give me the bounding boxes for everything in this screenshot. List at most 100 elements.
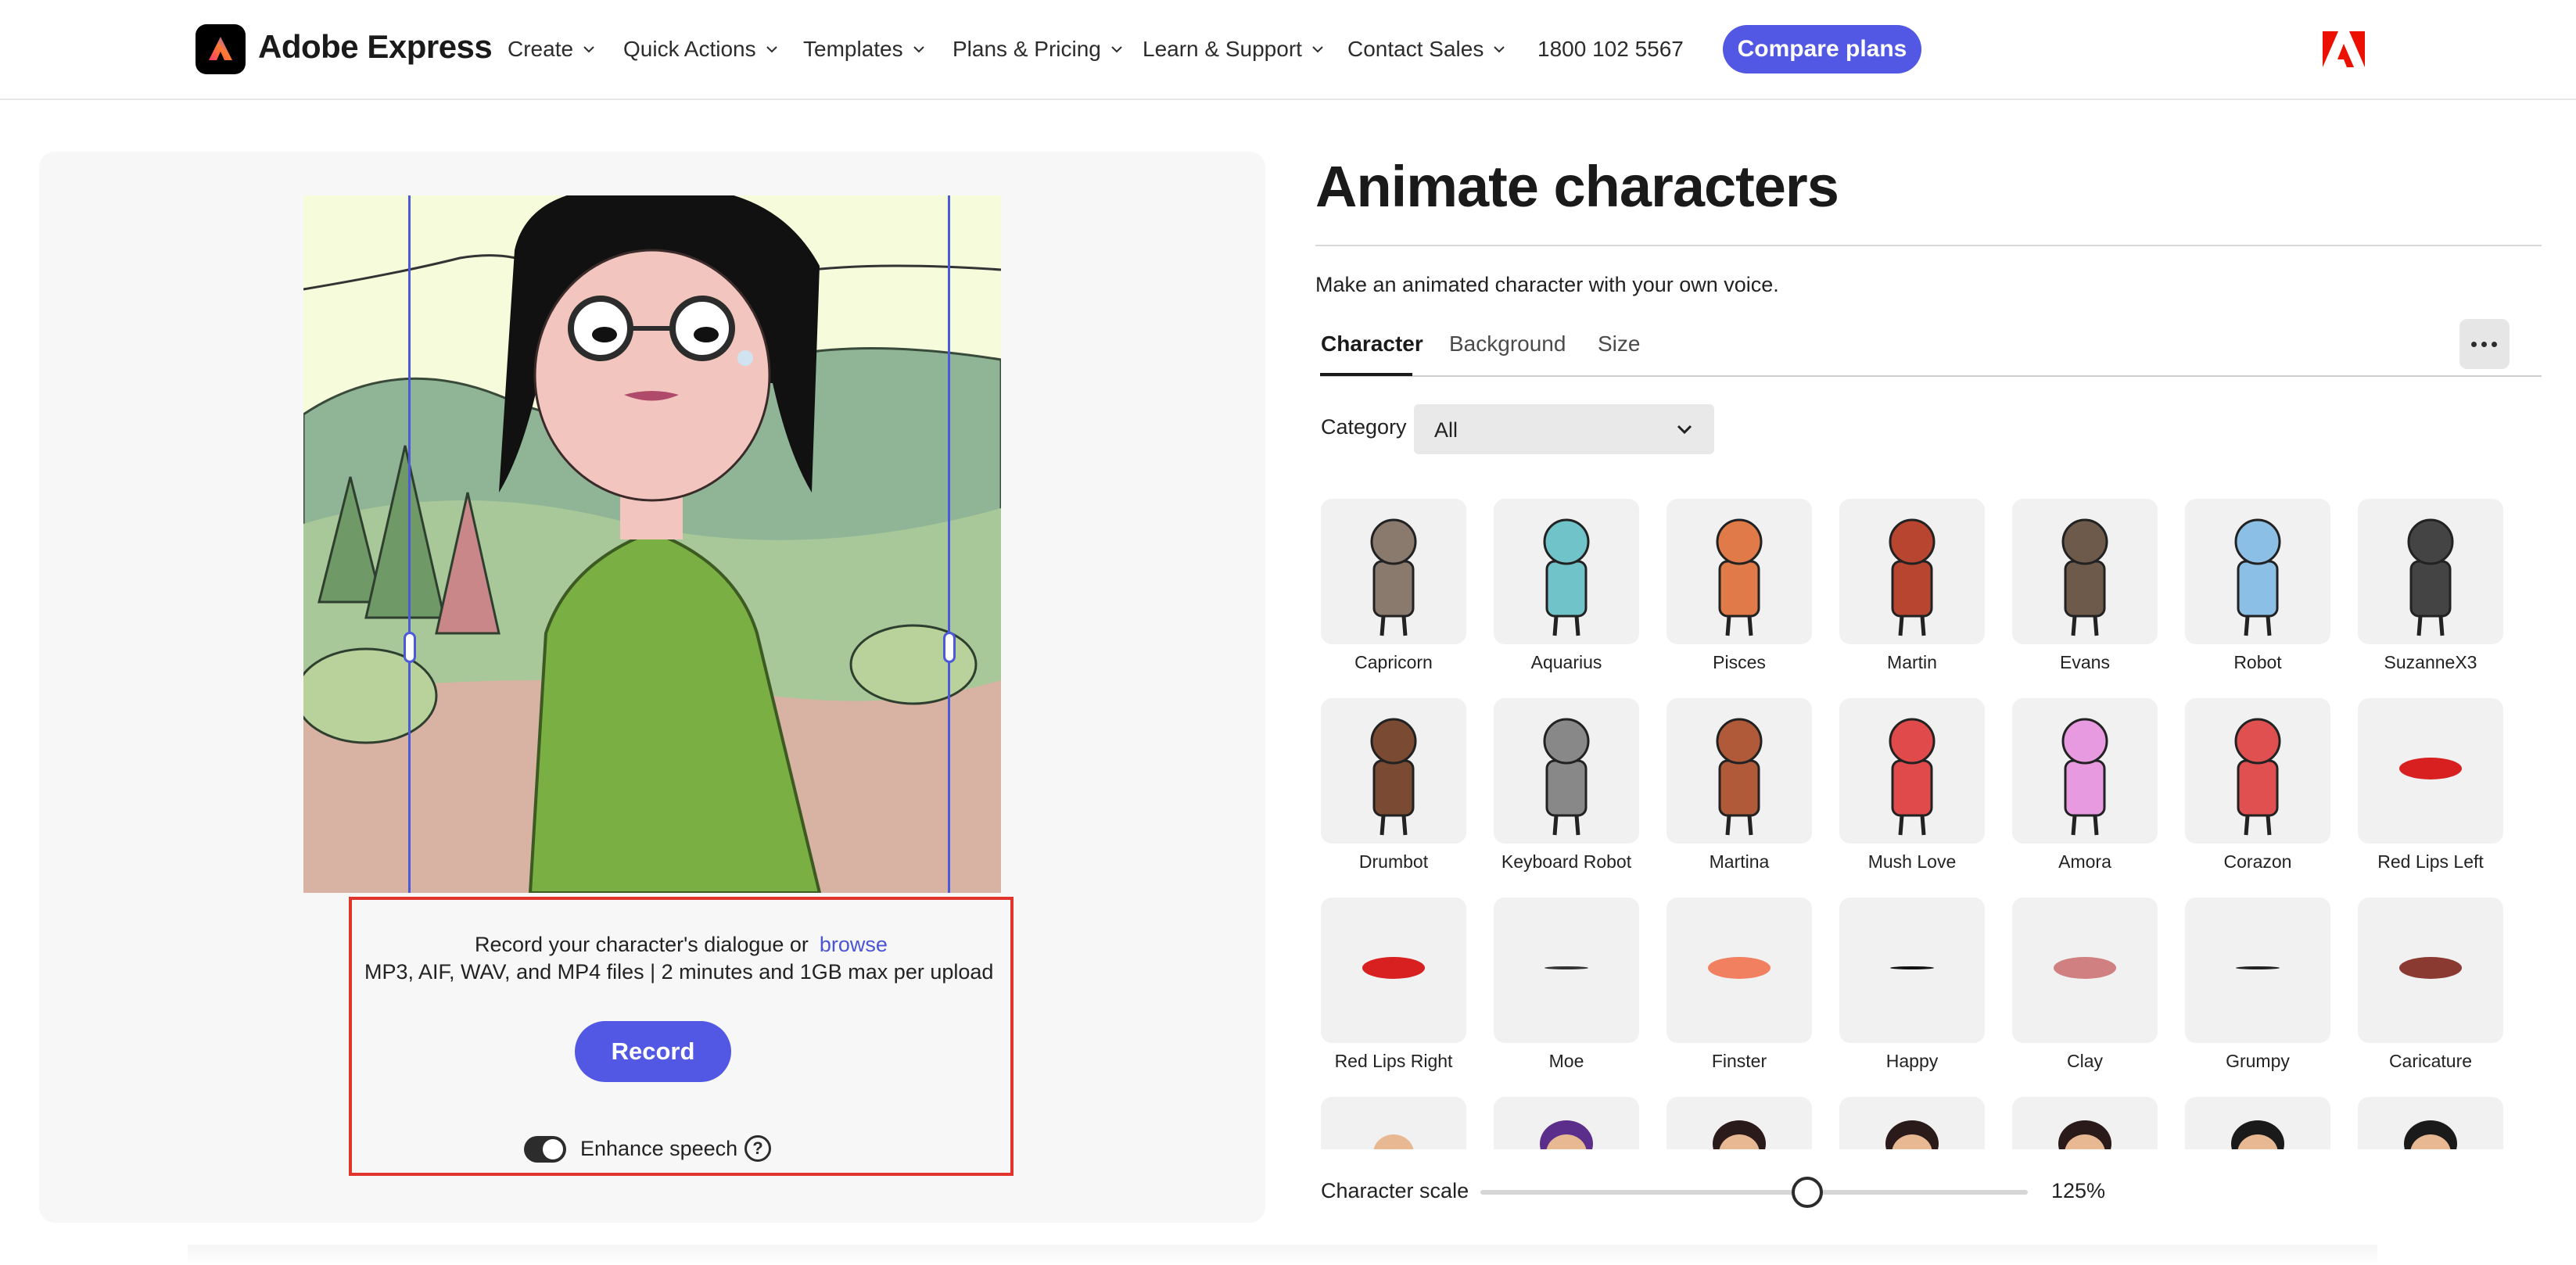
character-image [2358, 499, 2503, 644]
character-name: Grumpy [2185, 1051, 2330, 1072]
character-thumbnail [1667, 898, 1812, 1043]
character-tile[interactable]: Evans [2012, 499, 2158, 673]
character-tile[interactable]: Corazon [2185, 698, 2330, 873]
nav-contact-sales[interactable]: Contact Sales [1347, 37, 1507, 62]
character-tile[interactable] [1667, 1097, 1812, 1149]
character-image [2012, 898, 2158, 1043]
nav-quick-actions[interactable]: Quick Actions [623, 37, 780, 62]
character-image [2185, 898, 2330, 1043]
character-tile[interactable]: Grumpy [2185, 898, 2330, 1072]
character-image [1494, 698, 1639, 844]
character-name: Mush Love [1839, 851, 1985, 873]
character-name: Moe [1494, 1051, 1639, 1072]
tab-background[interactable]: Background [1449, 331, 1566, 357]
character-tile[interactable]: Red Lips Right [1321, 898, 1466, 1072]
character-thumbnail [1839, 499, 1985, 644]
character-name: Finster [1667, 1051, 1812, 1072]
character-name: Red Lips Left [2358, 851, 2503, 873]
character-tile[interactable] [2012, 1097, 2158, 1149]
character-image [1321, 1097, 1466, 1149]
character-tile[interactable] [1839, 1097, 1985, 1149]
character-image [1667, 698, 1812, 844]
character-thumbnail [2358, 499, 2503, 644]
nav-quick-actions-label: Quick Actions [623, 37, 756, 62]
character-image [1494, 499, 1639, 644]
character-name: Keyboard Robot [1494, 851, 1639, 873]
crop-guide-left[interactable] [408, 195, 411, 893]
crop-handle-left[interactable] [404, 632, 416, 663]
character-image [1667, 898, 1812, 1043]
more-options-button[interactable] [2459, 319, 2510, 369]
compare-plans-button[interactable]: Compare plans [1723, 25, 1921, 73]
character-image [1667, 1097, 1812, 1149]
brand-name[interactable]: Adobe Express [258, 28, 492, 66]
character-tile[interactable]: SuzanneX3 [2358, 499, 2503, 673]
character-thumbnail [1494, 898, 1639, 1043]
character-tile[interactable]: Martin [1839, 499, 1985, 673]
crop-guide-right[interactable] [948, 195, 950, 893]
tab-character[interactable]: Character [1321, 331, 1423, 357]
character-thumbnail [2185, 698, 2330, 844]
character-tile[interactable]: Caricature [2358, 898, 2503, 1072]
chevron-down-icon [1491, 41, 1507, 57]
category-select[interactable]: All [1414, 404, 1714, 454]
character-tile[interactable]: Martina [1667, 698, 1812, 873]
record-prompt: Record your character's dialogue orbrows… [352, 933, 1010, 957]
character-tile[interactable]: Capricorn [1321, 499, 1466, 673]
crop-handle-right[interactable] [943, 632, 956, 663]
nav-learn-support-label: Learn & Support [1143, 37, 1302, 62]
record-button[interactable]: Record [575, 1021, 731, 1082]
character-tile[interactable] [1321, 1097, 1466, 1149]
character-tile[interactable]: Amora [2012, 698, 2158, 873]
nav-learn-support[interactable]: Learn & Support [1143, 37, 1326, 62]
character-tile[interactable]: Mush Love [1839, 698, 1985, 873]
character-tile[interactable]: Happy [1839, 898, 1985, 1072]
character-tile[interactable]: Clay [2012, 898, 2158, 1072]
character-tile[interactable]: Robot [2185, 499, 2330, 673]
nav-plans-pricing[interactable]: Plans & Pricing [953, 37, 1125, 62]
character-tile[interactable]: Aquarius [1494, 499, 1639, 673]
file-format-info: MP3, AIF, WAV, and MP4 files | 2 minutes… [364, 960, 993, 984]
character-thumbnail [1321, 1097, 1466, 1149]
top-nav: Adobe Express Create Quick Actions Templ… [0, 0, 2576, 100]
character-image [2012, 1097, 2158, 1149]
audio-upload-box: Record your character's dialogue orbrows… [349, 897, 1014, 1176]
character-name: SuzanneX3 [2358, 652, 2503, 673]
character-tile[interactable]: Finster [1667, 898, 1812, 1072]
character-image [2185, 499, 2330, 644]
chevron-down-icon [1675, 421, 1694, 437]
character-thumbnail [2185, 898, 2330, 1043]
character-tile[interactable]: Red Lips Left [2358, 698, 2503, 873]
character-tile[interactable]: Drumbot [1321, 698, 1466, 873]
toggle-knob [543, 1139, 563, 1159]
character-name: Amora [2012, 851, 2158, 873]
nav-templates[interactable]: Templates [803, 37, 927, 62]
page-title: Animate characters [1315, 153, 1839, 220]
help-icon[interactable]: ? [744, 1135, 771, 1162]
tab-size[interactable]: Size [1598, 331, 1640, 357]
character-image [1494, 1097, 1639, 1149]
character-thumbnail [1321, 499, 1466, 644]
enhance-speech-label: Enhance speech [580, 1137, 737, 1161]
character-tile[interactable] [2185, 1097, 2330, 1149]
enhance-speech-toggle[interactable] [524, 1136, 566, 1163]
browse-link[interactable]: browse [820, 933, 888, 956]
character-scale-slider[interactable] [1480, 1190, 2028, 1195]
character-tile[interactable]: Moe [1494, 898, 1639, 1072]
adobe-express-logo[interactable] [196, 24, 246, 74]
character-tile[interactable] [1494, 1097, 1639, 1149]
character-scale-label: Character scale [1321, 1179, 1469, 1203]
phone-number[interactable]: 1800 102 5567 [1537, 37, 1684, 62]
character-image [1839, 698, 1985, 844]
logo-mark-icon [205, 34, 236, 65]
character-image [2012, 499, 2158, 644]
character-tile[interactable] [2358, 1097, 2503, 1149]
character-image [1321, 499, 1466, 644]
character-thumbnail [1321, 698, 1466, 844]
character-image [2185, 698, 2330, 844]
nav-create[interactable]: Create [508, 37, 597, 62]
character-tile[interactable]: Pisces [1667, 499, 1812, 673]
adobe-logo[interactable] [2323, 31, 2365, 67]
character-scale-slider-knob[interactable] [1792, 1177, 1823, 1208]
character-tile[interactable]: Keyboard Robot [1494, 698, 1639, 873]
